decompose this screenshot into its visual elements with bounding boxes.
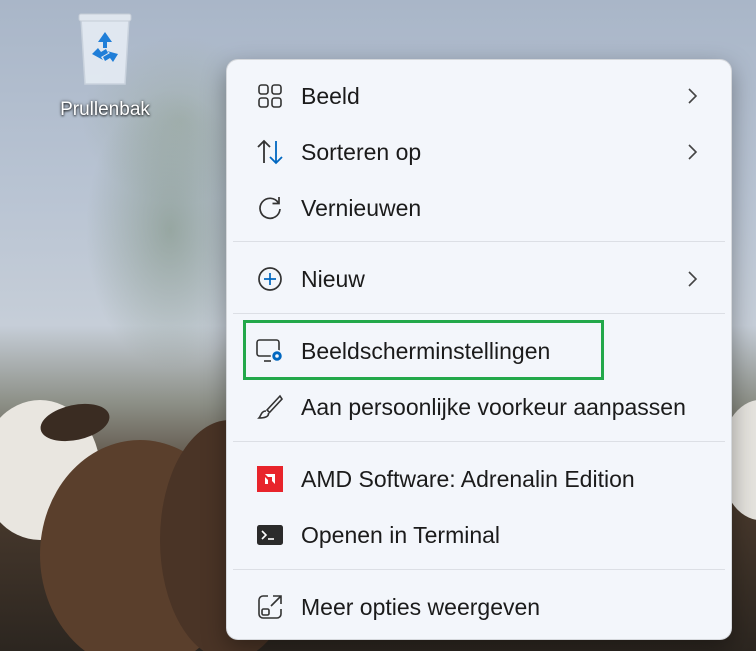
- menu-item-nieuw[interactable]: Nieuw: [233, 254, 725, 304]
- chevron-right-icon: [688, 88, 698, 104]
- menu-item-beeld[interactable]: Beeld: [233, 71, 725, 121]
- plus-circle-icon: [255, 264, 285, 294]
- menu-separator: [233, 241, 725, 242]
- menu-item-label: Vernieuwen: [301, 194, 422, 221]
- menu-item-label: Beeld: [301, 82, 360, 109]
- menu-item-label: Sorteren op: [301, 138, 422, 165]
- context-menu: Beeld Sorteren op Vernieuwen Nieuw Beeld…: [226, 59, 732, 640]
- recycle-bin[interactable]: Prullenbak: [52, 8, 158, 121]
- chevron-right-icon: [688, 144, 698, 160]
- menu-separator: [233, 313, 725, 314]
- menu-item-vernieuwen[interactable]: Vernieuwen: [233, 183, 725, 233]
- menu-separator: [233, 441, 725, 442]
- menu-separator: [233, 569, 725, 570]
- menu-item-sorteren-op[interactable]: Sorteren op: [233, 127, 725, 177]
- menu-item-openen-in-terminal[interactable]: Openen in Terminal: [233, 510, 725, 560]
- menu-item-meer-opties[interactable]: Meer opties weergeven: [233, 582, 725, 632]
- more-options-icon: [255, 592, 285, 622]
- terminal-icon: [255, 520, 285, 550]
- grid-icon: [255, 81, 285, 111]
- menu-item-label: AMD Software: Adrenalin Edition: [301, 465, 635, 492]
- recycle-bin-icon: [78, 13, 132, 85]
- chevron-right-icon: [688, 271, 698, 287]
- refresh-icon: [255, 193, 285, 223]
- brush-icon: [255, 392, 285, 422]
- recycle-bin-label: Prullenbak: [60, 99, 150, 120]
- menu-item-amd-software[interactable]: AMD Software: Adrenalin Edition: [233, 454, 725, 504]
- amd-logo-icon: [255, 464, 285, 494]
- menu-item-personaliseren[interactable]: Aan persoonlijke voorkeur aanpassen: [233, 382, 725, 432]
- menu-item-label: Aan persoonlijke voorkeur aanpassen: [301, 393, 686, 420]
- menu-item-label: Nieuw: [301, 265, 365, 292]
- menu-item-label: Meer opties weergeven: [301, 593, 541, 620]
- highlight-box: [243, 320, 604, 380]
- sort-arrows-icon: [255, 137, 285, 167]
- menu-item-label: Openen in Terminal: [301, 521, 501, 548]
